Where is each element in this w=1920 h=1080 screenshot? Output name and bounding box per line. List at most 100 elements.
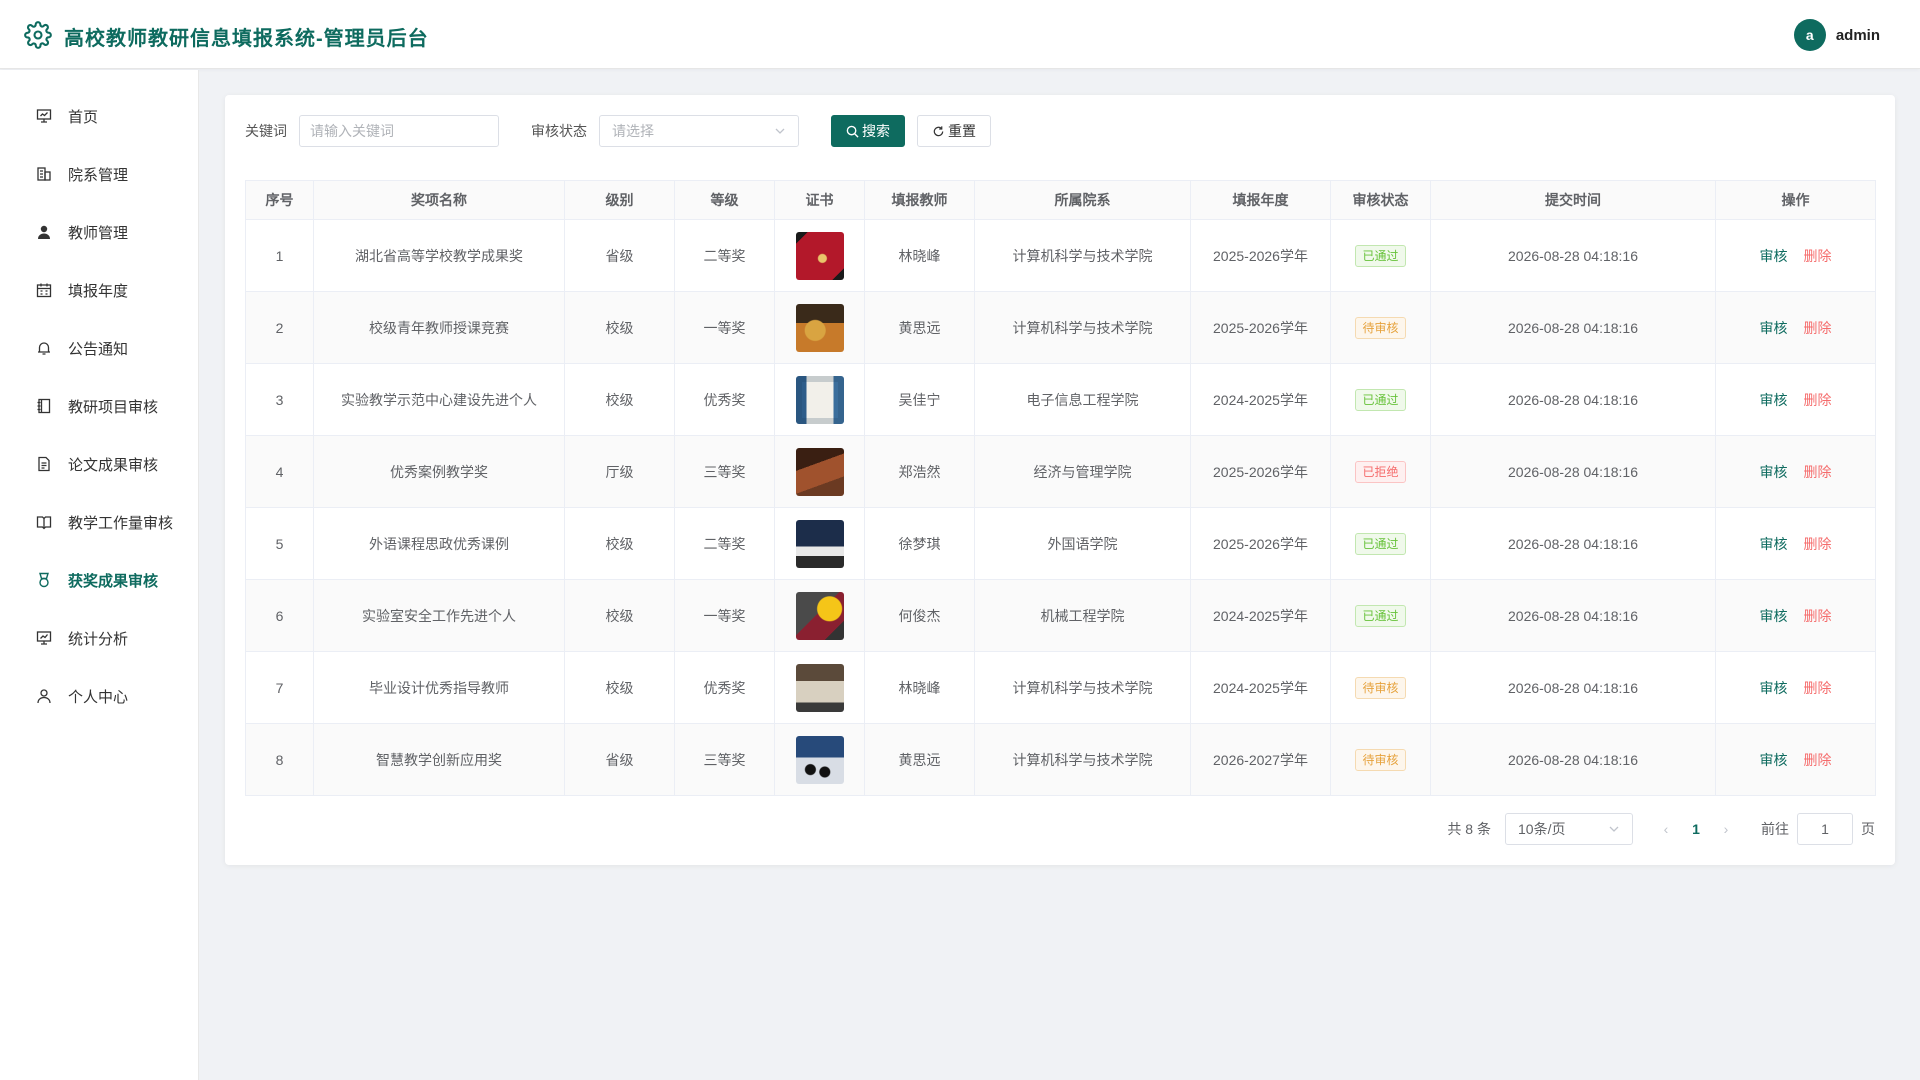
sidebar-item-7[interactable]: 教学工作量审核 [0,493,198,551]
user-filled-icon [34,222,54,242]
certificate-thumbnail[interactable] [795,447,844,496]
delete-link[interactable]: 删除 [1804,248,1832,264]
table-row: 6 实验室安全工作先进个人 校级 一等奖 何俊杰 机械工程学院 2024-2025学年 已通过… [245,579,1876,652]
award-level: 厅级 [564,435,675,508]
delete-link[interactable]: 删除 [1804,464,1832,480]
status-cell: 已通过 [1330,219,1431,292]
delete-link[interactable]: 删除 [1804,608,1832,624]
status-badge: 待审核 [1355,676,1406,699]
award-grade: 优秀奖 [674,363,775,436]
department: 外国语学院 [974,507,1191,580]
certificate-cell [774,507,865,580]
row-index: 3 [245,363,314,436]
sidebar-item-9[interactable]: 统计分析 [0,609,198,667]
certificate-thumbnail[interactable] [795,591,844,640]
column-header: 填报年度 [1190,180,1331,220]
user-menu[interactable]: a admin [1793,19,1880,51]
certificate-thumbnail[interactable] [795,735,844,784]
audit-link[interactable]: 审核 [1760,392,1788,408]
report-year: 2024-2025学年 [1190,579,1331,652]
sidebar: 首页 院系管理 教师管理 填报年度 公告通知教研项目审核 论文成果审核教学工作量审核 获奖成… [0,70,199,1080]
page-suffix: 页 [1861,821,1875,837]
award-name: 湖北省高等学校教学成果奖 [313,219,565,292]
audit-link[interactable]: 审核 [1760,320,1788,336]
award-name: 优秀案例教学奖 [313,435,565,508]
keyword-input[interactable] [299,115,499,147]
award-name: 校级青年教师授课竞赛 [313,291,565,364]
award-level: 省级 [564,219,675,292]
sidebar-item-label: 教研项目审核 [68,398,159,416]
sidebar-item-5[interactable]: 教研项目审核 [0,377,198,435]
delete-link[interactable]: 删除 [1804,536,1832,552]
sidebar-item-1[interactable]: 院系管理 [0,145,198,203]
award-level: 省级 [564,723,675,796]
document-icon [34,454,54,474]
avatar[interactable]: a [1793,19,1826,51]
award-name: 智慧教学创新应用奖 [313,723,565,796]
submit-time: 2026-08-28 04:18:16 [1430,723,1716,796]
status-badge: 已通过 [1355,604,1406,627]
certificate-thumbnail[interactable] [795,375,844,424]
audit-link[interactable]: 审核 [1760,680,1788,696]
teacher-name: 林晓峰 [864,651,975,724]
actions-cell: 审核 删除 [1715,507,1876,580]
page-size-value: 10条/页 [1518,821,1566,837]
certificate-thumbnail[interactable] [795,231,844,280]
reset-button[interactable]: 重置 [917,115,991,147]
status-cell: 待审核 [1330,651,1431,724]
teacher-name: 郑浩然 [864,435,975,508]
audit-link[interactable]: 审核 [1760,752,1788,768]
status-badge: 已拒绝 [1355,460,1406,483]
actions-cell: 审核 删除 [1715,435,1876,508]
submit-time: 2026-08-28 04:18:16 [1430,435,1716,508]
pagination: 共 8 条 10条/页 ‹ 1 › 前往 页 [1447,813,1875,845]
sidebar-item-8[interactable]: 获奖成果审核 [0,551,198,609]
award-name: 外语课程思政优秀课例 [313,507,565,580]
teacher-name: 徐梦琪 [864,507,975,580]
certificate-thumbnail[interactable] [795,303,844,352]
award-grade: 一等奖 [674,291,775,364]
next-page-icon[interactable]: › [1711,821,1741,837]
prev-page-icon[interactable]: ‹ [1651,821,1681,837]
column-header: 提交时间 [1430,180,1716,220]
goto-page-input[interactable] [1797,813,1853,845]
audit-link[interactable]: 审核 [1760,608,1788,624]
sidebar-item-label: 论文成果审核 [68,456,159,474]
actions-cell: 审核 删除 [1715,219,1876,292]
sidebar-item-0[interactable]: 首页 [0,87,198,145]
delete-link[interactable]: 删除 [1804,680,1832,696]
award-level: 校级 [564,507,675,580]
building-icon [34,164,54,184]
sidebar-item-label: 统计分析 [68,630,129,648]
report-year: 2025-2026学年 [1190,507,1331,580]
award-name: 毕业设计优秀指导教师 [313,651,565,724]
award-grade: 二等奖 [674,507,775,580]
sidebar-item-2[interactable]: 教师管理 [0,203,198,261]
sidebar-item-3[interactable]: 填报年度 [0,261,198,319]
teacher-name: 黄思远 [864,723,975,796]
awards-table: 序号 奖项名称 级别 等级 证书 填报教师 所属院系 填报年度 审核状态 提交时间 操作 1 湖北省高… [245,180,1876,796]
audit-link[interactable]: 审核 [1760,464,1788,480]
page-size-select[interactable]: 10条/页 [1505,813,1633,845]
page-number[interactable]: 1 [1681,821,1711,837]
delete-link[interactable]: 删除 [1804,320,1832,336]
sidebar-item-4[interactable]: 公告通知 [0,319,198,377]
audit-link[interactable]: 审核 [1760,248,1788,264]
calendar-icon [34,280,54,300]
department: 电子信息工程学院 [974,363,1191,436]
status-badge: 待审核 [1355,316,1406,339]
audit-link[interactable]: 审核 [1760,536,1788,552]
certificate-thumbnail[interactable] [795,519,844,568]
sidebar-item-10[interactable]: 个人中心 [0,667,198,725]
delete-link[interactable]: 删除 [1804,392,1832,408]
sidebar-item-6[interactable]: 论文成果审核 [0,435,198,493]
table-row: 4 优秀案例教学奖 厅级 三等奖 郑浩然 经济与管理学院 2025-2026学年 已拒绝 202… [245,435,1876,508]
status-select[interactable]: 请选择 [599,115,799,147]
actions-cell: 审核 删除 [1715,363,1876,436]
certificate-thumbnail[interactable] [795,663,844,712]
username[interactable]: admin [1836,27,1880,44]
row-index: 1 [245,219,314,292]
search-button[interactable]: 搜索 [831,115,905,147]
status-cell: 已通过 [1330,507,1431,580]
delete-link[interactable]: 删除 [1804,752,1832,768]
